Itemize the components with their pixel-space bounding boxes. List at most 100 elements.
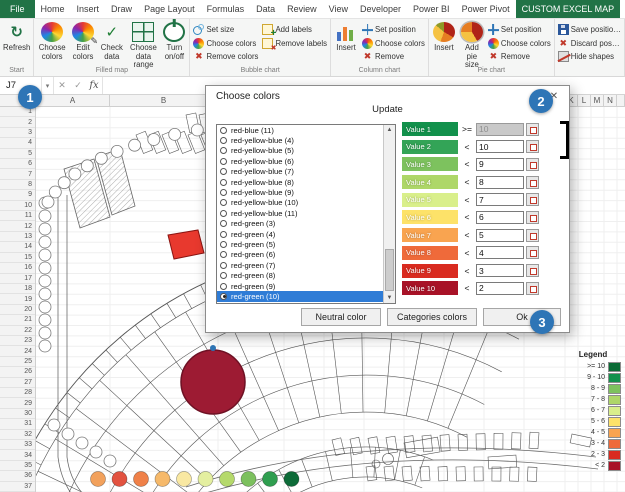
tab-power-bi[interactable]: Power BI [407, 0, 456, 18]
row-header-3[interactable]: 3 [0, 128, 35, 139]
tab-formulas[interactable]: Formulas [201, 0, 251, 18]
ribbon-button-remove[interactable]: ✖ Remove [486, 50, 553, 64]
row-header-28[interactable]: 28 [0, 388, 35, 399]
ribbon-button-set-position[interactable]: Set position [360, 23, 427, 37]
bubble-dot[interactable] [90, 471, 106, 487]
row-header-8[interactable]: 8 [0, 180, 35, 191]
scrollbar-thumb[interactable] [385, 249, 394, 291]
refedit-button[interactable] [526, 140, 539, 154]
row-header-23[interactable]: 23 [0, 336, 35, 347]
row-header-9[interactable]: 9 [0, 190, 35, 201]
ribbon-button-check-data[interactable]: ✓ Check data [97, 20, 127, 66]
enter-icon[interactable]: ✓ [70, 77, 86, 94]
palette-option[interactable]: red-yellow-blue (11) [217, 208, 383, 218]
ribbon-button-set-position[interactable]: Set position [486, 23, 553, 37]
palette-option[interactable]: red-green (7) [217, 260, 383, 270]
row-header-10[interactable]: 10 [0, 201, 35, 212]
tab-custom-excel-map[interactable]: CUSTOM EXCEL MAP [515, 0, 621, 18]
scroll-down-icon[interactable]: ▼ [387, 293, 393, 303]
ribbon-button-save-positio[interactable]: Save positio… [556, 23, 623, 37]
ribbon-button-discard-pos[interactable]: ✖ Discard pos… [556, 37, 623, 51]
palette-listbox[interactable]: red-blue (11) red-yellow-blue (4) red-yell… [216, 124, 396, 304]
threshold-input[interactable] [476, 157, 524, 171]
palette-option[interactable]: red-yellow-blue (5) [217, 146, 383, 156]
tab-file[interactable]: File [0, 0, 35, 18]
refedit-button[interactable] [526, 264, 539, 277]
threshold-input[interactable] [476, 193, 524, 207]
row-header-30[interactable]: 30 [0, 409, 35, 420]
scroll-up-icon[interactable]: ▲ [387, 125, 393, 135]
row-header-34[interactable]: 34 [0, 450, 35, 461]
column-header-a[interactable]: A [36, 95, 110, 106]
threshold-input[interactable] [476, 228, 524, 242]
tab-home[interactable]: Home [35, 0, 71, 18]
ribbon-button-hide-shapes[interactable]: Hide shapes [556, 50, 623, 64]
palette-option[interactable]: red-yellow-blue (6) [217, 156, 383, 166]
tab-draw[interactable]: Draw [105, 0, 138, 18]
palette-option[interactable]: red-yellow-blue (7) [217, 167, 383, 177]
row-header-13[interactable]: 13 [0, 232, 35, 243]
palette-option[interactable]: red-yellow-blue (9) [217, 187, 383, 197]
row-header-37[interactable]: 37 [0, 482, 35, 492]
ribbon-button-choose-colors[interactable]: Choose colors [360, 37, 427, 51]
row-header-29[interactable]: 29 [0, 398, 35, 409]
insert-function-icon[interactable]: fx [86, 77, 102, 94]
refedit-button[interactable] [526, 246, 539, 260]
column-header-n[interactable]: N [604, 95, 617, 106]
row-header-17[interactable]: 17 [0, 274, 35, 284]
highlighted-parcel[interactable] [167, 229, 205, 260]
column-header-b[interactable]: B [110, 95, 218, 106]
tab-te[interactable]: Te [620, 0, 625, 18]
row-header-21[interactable]: 21 [0, 315, 35, 326]
threshold-input[interactable] [476, 175, 524, 189]
bubble-dot[interactable] [176, 471, 192, 487]
ribbon-button-edit-colors[interactable]: Edit colors [69, 20, 98, 66]
refedit-button[interactable] [526, 281, 539, 295]
ribbon-button-turn-on-off[interactable]: Turn on/off [160, 20, 188, 66]
refedit-button[interactable] [526, 210, 539, 224]
bubble-dot[interactable] [219, 471, 235, 487]
listbox-scrollbar[interactable]: ▲ ▼ [383, 125, 395, 303]
refedit-button[interactable] [526, 157, 539, 171]
tab-page-layout[interactable]: Page Layout [138, 0, 201, 18]
row-header-18[interactable]: 18 [0, 284, 35, 295]
row-header-32[interactable]: 32 [0, 430, 35, 440]
categories-colors-button[interactable]: Categories colors [387, 308, 477, 326]
row-header-26[interactable]: 26 [0, 367, 35, 378]
bubble-dot[interactable] [283, 471, 300, 487]
palette-option[interactable]: red-green (4) [217, 229, 383, 239]
palette-option[interactable]: red-green (5) [217, 239, 383, 249]
ribbon-button-choose-colors[interactable]: Choose colors [486, 37, 553, 51]
ribbon-button-refresh[interactable]: ↻ Refresh [1, 20, 32, 66]
row-header-11[interactable]: 11 [0, 211, 35, 222]
name-box-dropdown-icon[interactable]: ▾ [42, 77, 54, 94]
neutral-color-button[interactable]: Neutral color [301, 308, 381, 326]
palette-option[interactable]: red-green (9) [217, 281, 383, 291]
scrollbar-track[interactable] [384, 135, 395, 293]
ribbon-button-add-pie-size[interactable]: Add pie size [458, 20, 486, 69]
row-header-19[interactable]: 19 [0, 294, 35, 305]
column-header-m[interactable]: M [591, 95, 604, 106]
threshold-input[interactable] [476, 264, 524, 277]
row-header-14[interactable]: 14 [0, 242, 35, 253]
refedit-button[interactable] [526, 228, 539, 242]
tab-review[interactable]: Review [281, 0, 323, 18]
threshold-input[interactable] [476, 210, 524, 224]
row-header-27[interactable]: 27 [0, 378, 35, 388]
row-header-16[interactable]: 16 [0, 263, 35, 274]
palette-option[interactable]: red-green (10) [217, 291, 383, 302]
ribbon-button-choose-colors[interactable]: Choose colors [191, 37, 260, 51]
ribbon-button-choose-colors[interactable]: Choose colors [35, 20, 69, 66]
threshold-input[interactable] [476, 140, 524, 154]
threshold-input[interactable] [476, 246, 524, 260]
ribbon-button-choose-data-range[interactable]: Choose data range [127, 20, 161, 69]
row-header-6[interactable]: 6 [0, 159, 35, 170]
row-header-35[interactable]: 35 [0, 461, 35, 472]
bubble-dot[interactable] [154, 471, 171, 487]
row-header-31[interactable]: 31 [0, 419, 35, 430]
palette-option[interactable]: red-yellow-blue (8) [217, 177, 383, 187]
tab-view[interactable]: View [323, 0, 354, 18]
palette-option[interactable]: red-yellow-blue (10) [217, 198, 383, 208]
row-header-4[interactable]: 4 [0, 138, 35, 149]
bubble-dot[interactable] [240, 471, 257, 487]
